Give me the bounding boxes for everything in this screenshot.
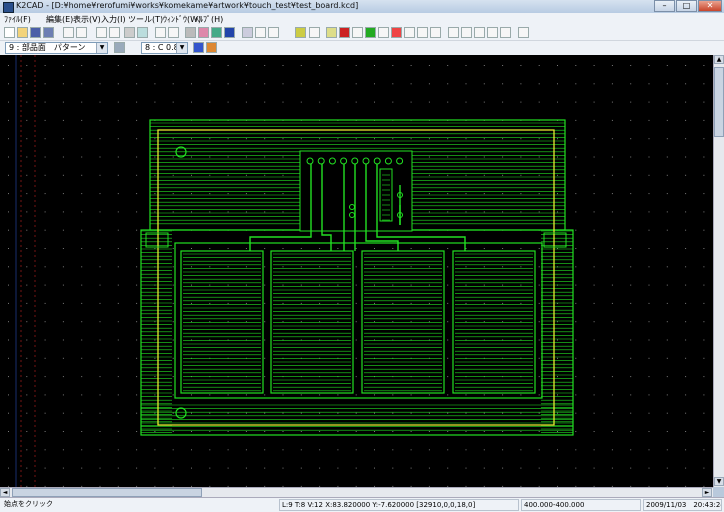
chevron-down-icon: ▼ — [176, 43, 187, 53]
copy-icon[interactable] — [76, 27, 87, 38]
arrow-tool-icon[interactable] — [430, 27, 441, 38]
maximize-button[interactable]: □ — [676, 0, 697, 12]
width-select-value: 8 : C 0.8 — [145, 43, 179, 52]
touch-pads — [180, 250, 536, 394]
title-bar: K2CAD - [D:¥home¥rerofumi¥works¥komekame… — [0, 0, 724, 14]
measure-tool-icon[interactable] — [417, 27, 428, 38]
minimize-button[interactable]: – — [654, 0, 675, 12]
scroll-left-button[interactable]: ◄ — [0, 488, 10, 497]
ellipse-tool-icon[interactable] — [365, 27, 376, 38]
layer-select[interactable]: 9 : 部品面 パターン ▼ — [5, 42, 108, 54]
layer-select-value: 9 : 部品面 パターン — [9, 43, 86, 52]
part-tool-icon[interactable] — [339, 27, 350, 38]
vertical-scrollbar[interactable]: ▲ ▼ — [713, 55, 724, 487]
page-icon[interactable] — [448, 27, 459, 38]
board-outline — [140, 119, 574, 436]
menu-tools[interactable]: ツール(T) — [128, 14, 163, 25]
menu-edit[interactable]: 編集(E) — [46, 14, 73, 25]
frame-icon[interactable] — [155, 27, 166, 38]
line-tool-icon[interactable] — [352, 27, 363, 38]
page-copy-icon[interactable] — [461, 27, 472, 38]
menu-file[interactable]: ﾌｧｲﾙ(F) — [4, 14, 31, 25]
window-title: K2CAD - [D:¥home¥rerofumi¥works¥komekame… — [16, 1, 359, 10]
save-all-icon[interactable] — [43, 27, 54, 38]
open-folder-icon[interactable] — [17, 27, 28, 38]
print-icon[interactable] — [124, 27, 135, 38]
net-flag-icon[interactable] — [224, 27, 235, 38]
zoom-fit-icon[interactable] — [198, 27, 209, 38]
menu-view[interactable]: 表示(V) — [73, 14, 101, 25]
pen-tool-icon[interactable] — [309, 27, 320, 38]
horizontal-scrollbar[interactable]: ◄ ► — [0, 487, 713, 497]
dot-grid — [8, 65, 705, 487]
close-button[interactable]: ✕ — [698, 0, 722, 12]
select-box-icon[interactable] — [500, 27, 511, 38]
zoom-range: 400.000-400.000 — [521, 499, 641, 511]
cursor-coordinates: L:9 T:8 V:12 X:83.820000 Y:-7.620000 [32… — [279, 499, 519, 511]
layer-toolbar: 9 : 部品面 パターン ▼ 8 : C 0.8 ▼ — [0, 41, 724, 56]
via-tool-icon[interactable] — [378, 27, 389, 38]
chevron-down-icon: ▼ — [96, 43, 107, 53]
print-preview-icon[interactable] — [137, 27, 148, 38]
undo-icon[interactable] — [96, 27, 107, 38]
main-toolbar — [0, 25, 724, 41]
add-component-icon[interactable] — [211, 27, 222, 38]
layer-settings-icon[interactable] — [114, 42, 125, 53]
grid-menu-icon[interactable] — [518, 27, 529, 38]
status-bar: 始点をクリック L:9 T:8 V:12 X:83.820000 Y:-7.62… — [0, 497, 724, 512]
wire-tool-icon[interactable] — [268, 27, 279, 38]
width-select[interactable]: 8 : C 0.8 ▼ — [141, 42, 188, 54]
zoom-icon[interactable] — [487, 27, 498, 38]
menu-input[interactable]: 入力(I) — [101, 14, 126, 25]
new-file-icon[interactable] — [4, 27, 15, 38]
pcb-canvas[interactable] — [0, 55, 713, 487]
redo-icon[interactable] — [109, 27, 120, 38]
text-balloon-icon[interactable] — [295, 27, 306, 38]
layer-view-icon[interactable] — [255, 27, 266, 38]
scroll-down-button[interactable]: ▼ — [714, 477, 724, 486]
text-tool-icon[interactable] — [404, 27, 415, 38]
find-icon[interactable] — [185, 27, 196, 38]
mounting-hole-bottom — [175, 407, 187, 419]
pencil-tool-icon[interactable] — [326, 27, 337, 38]
flip-icon[interactable] — [474, 27, 485, 38]
board-bottom-outline — [140, 229, 574, 436]
drc-icon[interactable] — [242, 27, 253, 38]
pcb-drawing[interactable] — [0, 55, 713, 487]
date-time: 2009/11/03 20:43:24 — [643, 499, 722, 511]
horizontal-scroll-thumb[interactable] — [12, 488, 202, 497]
app-icon — [3, 2, 14, 13]
status-message: 始点をクリック — [4, 500, 53, 508]
pad-frame — [174, 242, 543, 399]
vertical-scroll-thumb[interactable] — [714, 67, 724, 137]
side-pad-left — [145, 232, 169, 248]
scroll-up-button[interactable]: ▲ — [714, 55, 724, 64]
color-palette-icon[interactable] — [206, 42, 217, 53]
layer-color-icon[interactable] — [193, 42, 204, 53]
frame-alt-icon[interactable] — [168, 27, 179, 38]
save-icon[interactable] — [30, 27, 41, 38]
cut-icon[interactable] — [63, 27, 74, 38]
menu-help[interactable]: ﾍﾙﾌﾟ(H) — [195, 14, 223, 25]
side-pad-right — [543, 232, 567, 248]
scroll-right-button[interactable]: ► — [702, 488, 712, 497]
dimension-tool-icon[interactable] — [391, 27, 402, 38]
connector-footprint — [299, 150, 413, 232]
